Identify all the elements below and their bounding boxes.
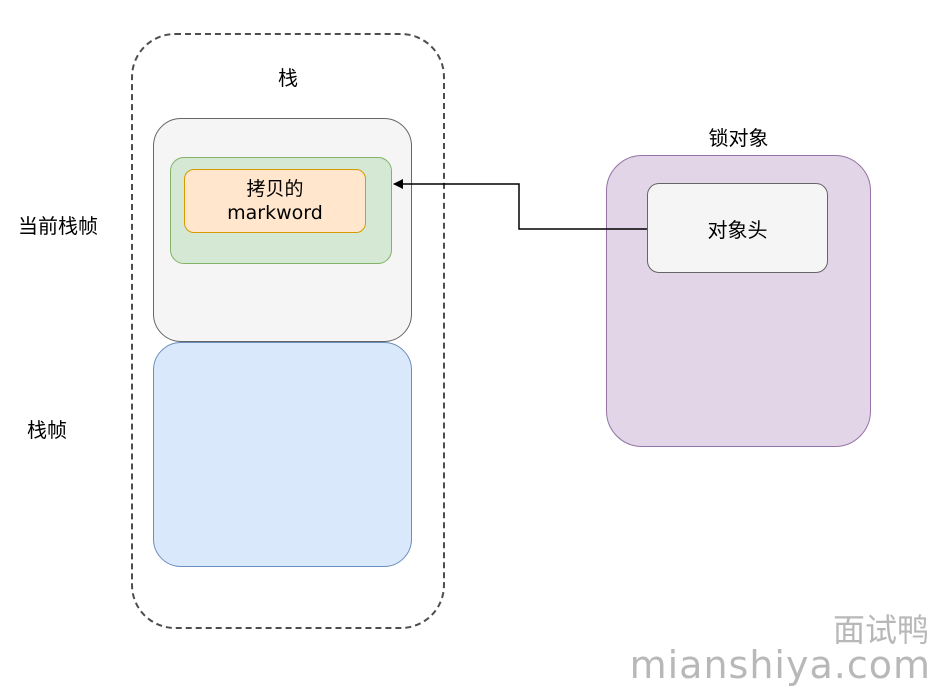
pointer-arrow [393,179,647,230]
pointer-connector [393,179,647,230]
watermark-url: mianshiya.com [629,643,931,687]
